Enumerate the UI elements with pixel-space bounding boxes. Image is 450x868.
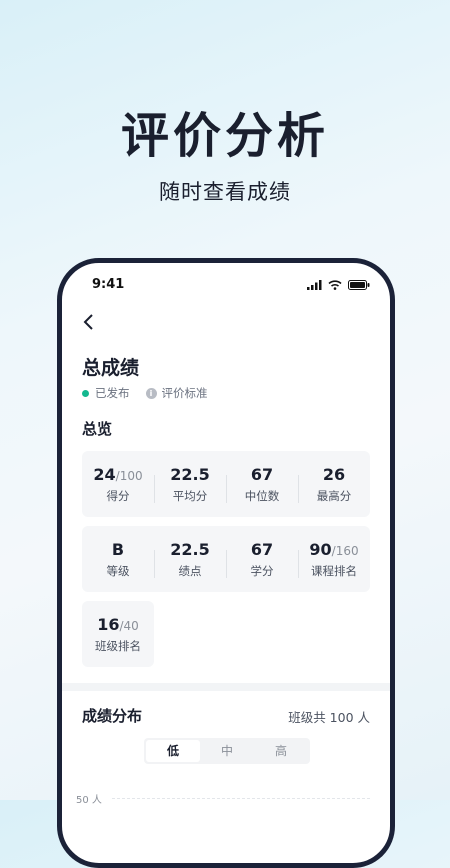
grid-line <box>112 798 370 799</box>
stat-label: 绩点 <box>178 563 202 578</box>
battery-icon <box>348 280 370 290</box>
page-title: 总成绩 <box>82 357 140 379</box>
status-time: 9:41 <box>92 277 125 292</box>
stat-label: 中位数 <box>244 488 280 503</box>
overview-heading: 总览 <box>82 420 113 438</box>
y-axis-tick: 50 人 <box>76 795 102 806</box>
hero-title: 评价分析 <box>120 108 329 164</box>
stat-label: 学分 <box>250 563 274 578</box>
stat-label: 班级排名 <box>95 638 141 653</box>
stat-value: 90 <box>309 539 332 559</box>
published-dot <box>82 389 89 397</box>
back-button[interactable] <box>82 313 94 335</box>
tab-low[interactable]: 低 <box>146 740 200 762</box>
stat-average: 22.5 平均分 <box>154 465 226 504</box>
stat-grade: B 等级 <box>82 540 154 579</box>
stat-total: /160 <box>331 543 359 558</box>
stat-value: 22.5 <box>170 464 210 484</box>
stat-course-rank: 90/160 课程排名 <box>298 540 370 579</box>
stat-value: 16 <box>97 614 120 634</box>
status-icons <box>307 280 370 290</box>
status-text: 已发布 <box>95 386 130 400</box>
stat-value: 67 <box>250 539 274 559</box>
stat-label: 课程排名 <box>311 563 357 578</box>
tab-high[interactable]: 高 <box>254 740 308 762</box>
criteria-link[interactable]: 评价标准 <box>162 385 208 401</box>
stat-value: 22.5 <box>170 539 210 559</box>
stat-gpa: 22.5 绩点 <box>154 540 226 579</box>
stat-value: 67 <box>250 464 274 484</box>
stat-label: 得分 <box>106 488 130 503</box>
stat-max: 26 最高分 <box>298 465 370 504</box>
hero-subtitle: 随时查看成绩 <box>159 180 291 204</box>
stat-total: /40 <box>119 618 139 633</box>
wifi-icon <box>328 280 342 290</box>
stat-label: 平均分 <box>172 488 208 503</box>
status-bar: 9:41 <box>62 275 390 297</box>
distribution-heading: 成绩分布 <box>82 707 143 725</box>
tab-mid[interactable]: 中 <box>200 740 254 762</box>
stat-label: 等级 <box>106 563 130 578</box>
info-icon[interactable]: i <box>145 387 157 399</box>
signal-icon <box>307 280 322 290</box>
stat-total: /100 <box>115 468 143 483</box>
stat-median: 67 中位数 <box>226 465 298 504</box>
chevron-left-icon <box>83 314 93 330</box>
stat-value: B <box>111 539 125 559</box>
class-total: 班级共 100 人 <box>288 710 370 725</box>
stat-score: 24/100 得分 <box>82 465 154 504</box>
stat-label: 最高分 <box>316 488 352 503</box>
phone-frame: 9:41 总成绩 已发布 i 评价标准 总览 24/100 得分 22.5 平均… <box>57 258 395 868</box>
stats-card-row1: 24/100 得分 22.5 平均分 67 中位数 26 最高分 <box>82 451 370 517</box>
stat-value: 24 <box>93 464 116 484</box>
stats-card-row2: B 等级 22.5 绩点 67 学分 90/160 课程排名 <box>82 526 370 592</box>
stat-credits: 67 学分 <box>226 540 298 579</box>
section-divider <box>62 683 390 691</box>
stat-value: 26 <box>322 464 346 484</box>
meta-row: 已发布 i 评价标准 <box>82 385 208 401</box>
stat-class-rank: 16/40 班级排名 <box>82 601 154 667</box>
level-segmented-control: 低 中 高 <box>144 738 310 764</box>
